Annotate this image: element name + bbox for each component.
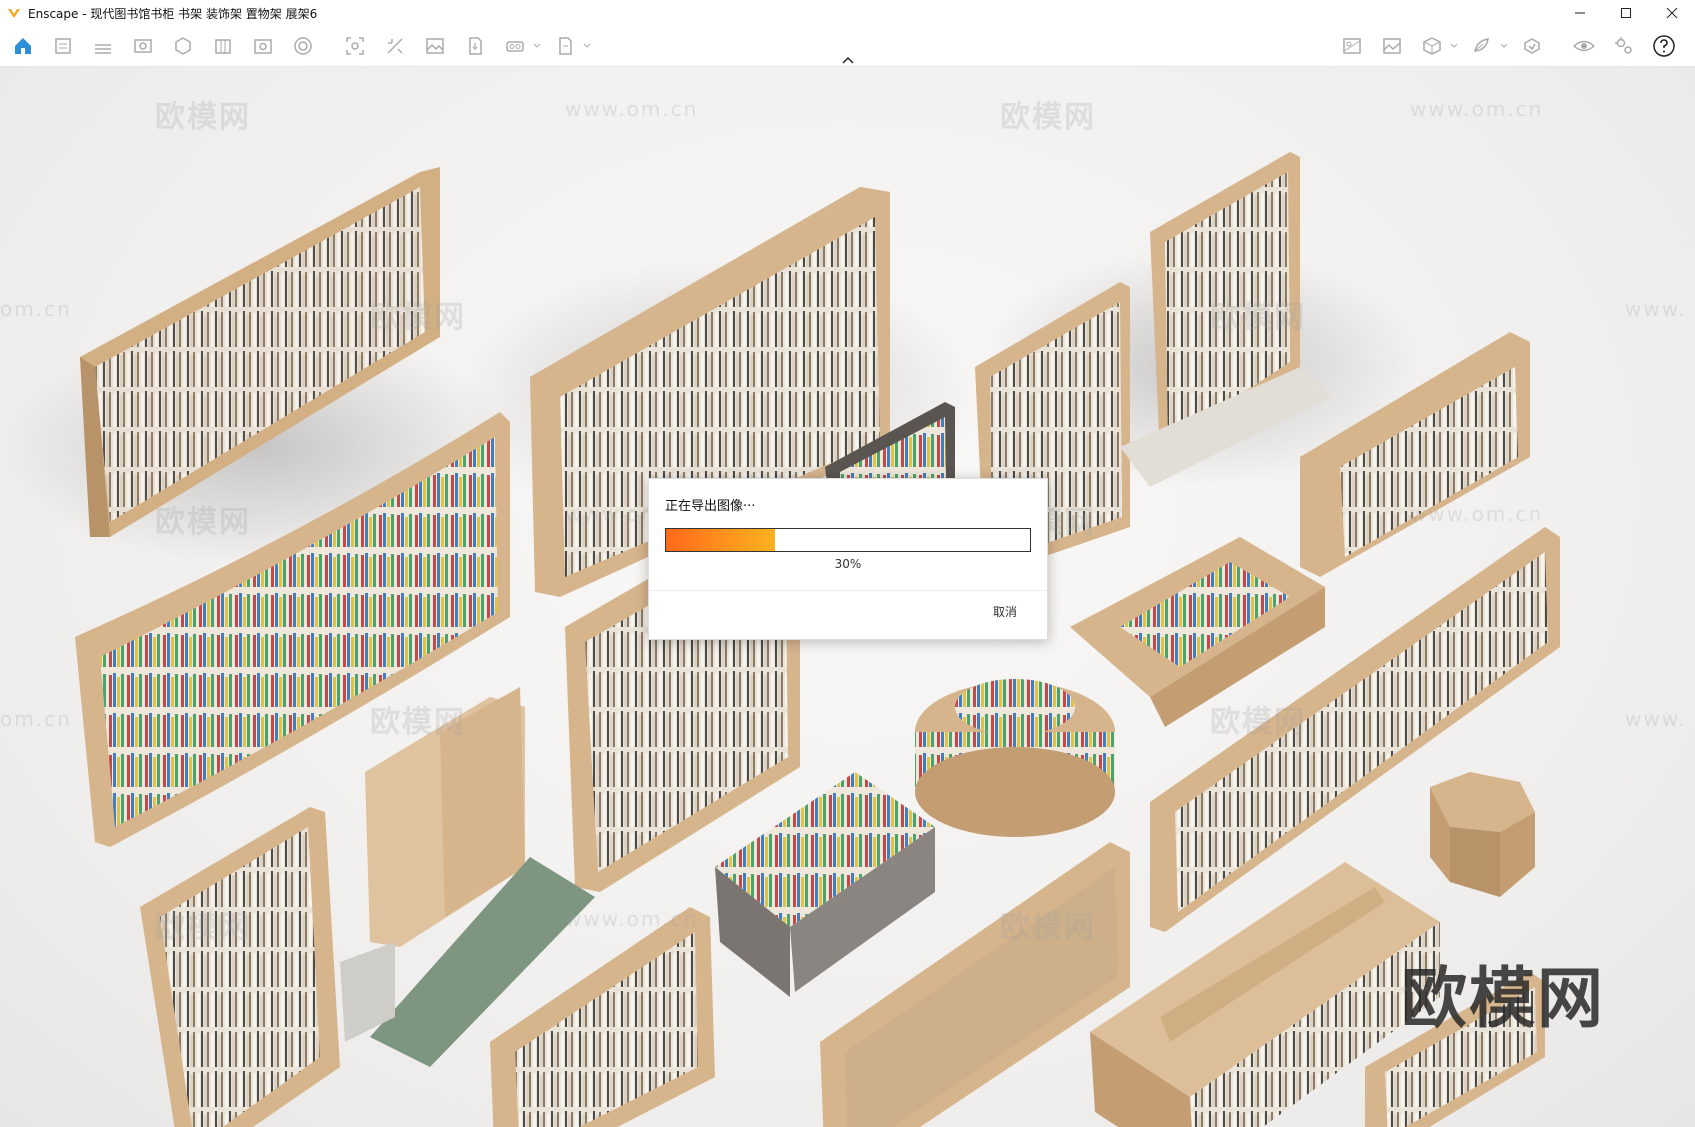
view-icon <box>134 39 152 53</box>
close-icon <box>1666 7 1678 19</box>
panorama-icon <box>294 37 312 55</box>
watermark-url: www.om.cn <box>1410 97 1544 121</box>
progress-bar-fill <box>666 529 776 551</box>
bim-button[interactable] <box>86 29 120 63</box>
watermark-brand: 欧模网 <box>155 100 251 135</box>
exe-export-button[interactable] <box>548 29 582 63</box>
export-icon <box>469 37 482 55</box>
watermark-url: www. <box>1625 297 1687 321</box>
watermark-brand: 欧模网 <box>1000 100 1096 135</box>
watermark-brand: 欧模网 <box>1210 705 1306 740</box>
maximize-icon <box>1621 8 1631 18</box>
sun-button[interactable] <box>1465 29 1499 63</box>
screenshot-icon <box>346 37 364 55</box>
watermark-url: www.om.cn <box>565 97 699 121</box>
exe-dropdown-button[interactable] <box>582 29 592 63</box>
chevron-up-icon <box>842 56 854 64</box>
close-button[interactable] <box>1649 0 1695 26</box>
help-icon <box>1653 35 1675 57</box>
image-settings-button[interactable] <box>1375 29 1409 63</box>
video-editor-button[interactable] <box>246 29 280 63</box>
watermark-brand: 欧模网 <box>1000 910 1096 945</box>
material-icon <box>175 37 191 55</box>
watermark-url: www.om.cn <box>1410 502 1544 526</box>
watermark-brand: 欧模网 <box>370 300 466 335</box>
display-table-center <box>715 772 935 997</box>
chevron-down-icon <box>1450 43 1458 48</box>
sun-dropdown-button[interactable] <box>1499 29 1509 63</box>
eye-icon <box>1572 40 1596 52</box>
sun-icon <box>1474 38 1489 52</box>
cancel-button[interactable]: 取消 <box>993 603 1017 620</box>
library-button[interactable] <box>206 29 240 63</box>
watermark-url: om.cn <box>0 707 72 731</box>
vr-headset-button[interactable] <box>498 29 532 63</box>
exe-icon <box>559 37 572 55</box>
progress-percentage: 30% <box>834 557 862 571</box>
atmosphere-button[interactable] <box>1335 29 1369 63</box>
watermark-url: www. <box>1625 707 1687 731</box>
maximize-button[interactable] <box>1603 0 1649 26</box>
home-button[interactable] <box>6 29 40 63</box>
watermark-url: www.om.cn <box>565 907 699 931</box>
title-bar: Enscape - 现代图书馆书柜 书架 装饰架 置物架 展架6 <box>0 0 1695 27</box>
chevron-down-icon <box>533 43 541 48</box>
screenshot-button[interactable] <box>338 29 372 63</box>
watermark-brand: 欧模网 <box>1210 300 1306 335</box>
collapse-toolbar-button[interactable] <box>840 54 856 66</box>
window-title: Enscape - 现代图书馆书柜 书架 装饰架 置物架 展架6 <box>28 6 318 21</box>
sync-icon <box>1524 38 1540 54</box>
visibility-button[interactable] <box>1567 29 1601 63</box>
minimize-button[interactable] <box>1557 0 1603 26</box>
watermark-url: om.cn <box>0 297 72 321</box>
display-round <box>915 679 1115 837</box>
help-button[interactable] <box>1647 29 1681 63</box>
bim-icon <box>95 44 111 54</box>
render-image-button[interactable] <box>418 29 452 63</box>
window-controls <box>1557 0 1695 26</box>
batch-icon <box>387 38 403 54</box>
capture-icon <box>1423 37 1441 55</box>
watermark-brand: 欧模网 <box>155 910 251 945</box>
chevron-down-icon <box>1500 43 1508 48</box>
video-icon <box>254 39 272 54</box>
settings-icon <box>1615 37 1632 54</box>
home-icon <box>15 38 31 54</box>
view-management-button[interactable] <box>126 29 160 63</box>
hexagonal-stool <box>1430 772 1535 897</box>
live-sync-button[interactable] <box>1515 29 1549 63</box>
watermark-brand: 欧模网 <box>155 505 251 540</box>
dialog-title: 正在导出图像··· <box>665 499 756 514</box>
minimize-icon <box>1575 12 1585 14</box>
material-editor-button[interactable] <box>166 29 200 63</box>
watermark-brand: 欧模网 <box>370 705 466 740</box>
progress-bar <box>665 528 1031 552</box>
image-icon <box>426 38 444 54</box>
vr-icon <box>506 41 524 52</box>
atmosphere-icon <box>1343 38 1361 54</box>
capture-button[interactable] <box>1415 29 1449 63</box>
shelf-bottom-left <box>140 807 340 1127</box>
assets-icon <box>55 38 71 54</box>
capture-dropdown-button[interactable] <box>1449 29 1459 63</box>
enscape-logo-icon <box>6 5 22 21</box>
library-icon <box>215 39 231 54</box>
chevron-down-icon <box>583 43 591 48</box>
asset-library-button[interactable] <box>46 29 80 63</box>
batch-render-button[interactable] <box>378 29 412 63</box>
export-file-button[interactable] <box>458 29 492 63</box>
vr-dropdown-button[interactable] <box>532 29 542 63</box>
panorama-button[interactable] <box>286 29 320 63</box>
dialog-divider <box>649 590 1047 591</box>
settings-button[interactable] <box>1607 29 1641 63</box>
export-progress-dialog: 正在导出图像··· 30% 取消 <box>648 478 1048 640</box>
image-settings-icon <box>1383 38 1401 54</box>
brand-watermark-large: 欧模网 <box>1401 960 1605 1037</box>
